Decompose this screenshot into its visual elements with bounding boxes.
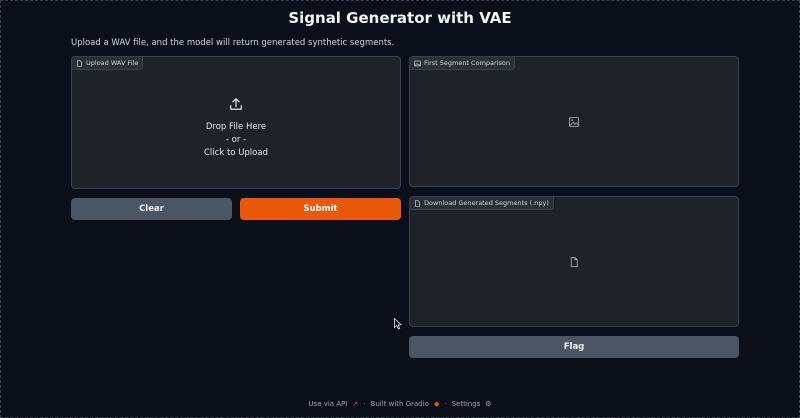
- file-icon: [415, 199, 420, 207]
- settings-link[interactable]: Settings: [452, 400, 481, 408]
- clear-button[interactable]: Clear: [71, 198, 232, 220]
- drop-text: Drop File Here: [205, 122, 267, 132]
- file-icon: [77, 59, 82, 67]
- upload-label-text: Upload WAV File: [86, 59, 139, 67]
- footer-separator: ·: [444, 400, 447, 408]
- gradio-logo-icon: ◆: [433, 400, 440, 408]
- footer-separator: ·: [363, 400, 366, 408]
- upload-dropzone[interactable]: Drop File Here - or - Click to Upload: [72, 97, 400, 160]
- comparison-panel: First Segment Comparison: [409, 56, 739, 187]
- built-with-gradio-link[interactable]: Built with Gradio: [371, 400, 429, 408]
- flag-button[interactable]: Flag: [409, 336, 739, 358]
- app-frame: Signal Generator with VAE Upload a WAV f…: [0, 0, 800, 418]
- upload-icon: [230, 98, 242, 110]
- rocket-icon: ↗: [352, 400, 359, 408]
- upload-panel[interactable]: Upload WAV File Drop File Here - or - Cl…: [71, 56, 401, 189]
- gear-icon: ⚙: [485, 400, 492, 408]
- upload-label: Upload WAV File: [72, 57, 144, 70]
- image-icon: [414, 60, 421, 66]
- page-title: Signal Generator with VAE: [288, 9, 512, 27]
- or-text: - or -: [225, 135, 247, 145]
- file-placeholder-icon: [570, 256, 578, 267]
- image-placeholder-icon: [568, 116, 580, 127]
- footer: Use via API ↗ · Built with Gradio ◆ · Se…: [1, 400, 799, 408]
- submit-button[interactable]: Submit: [240, 198, 401, 220]
- page-description: Upload a WAV file, and the model will re…: [71, 38, 395, 48]
- click-upload-text: Click to Upload: [204, 148, 268, 158]
- comparison-label: First Segment Comparison: [410, 57, 515, 70]
- mouse-cursor-icon: [394, 318, 402, 330]
- download-label-text: Download Generated Segments (.npy): [424, 199, 549, 207]
- use-api-link[interactable]: Use via API: [308, 400, 347, 408]
- download-panel: Download Generated Segments (.npy): [409, 196, 739, 327]
- comparison-label-text: First Segment Comparison: [424, 59, 510, 67]
- download-label: Download Generated Segments (.npy): [410, 197, 554, 210]
